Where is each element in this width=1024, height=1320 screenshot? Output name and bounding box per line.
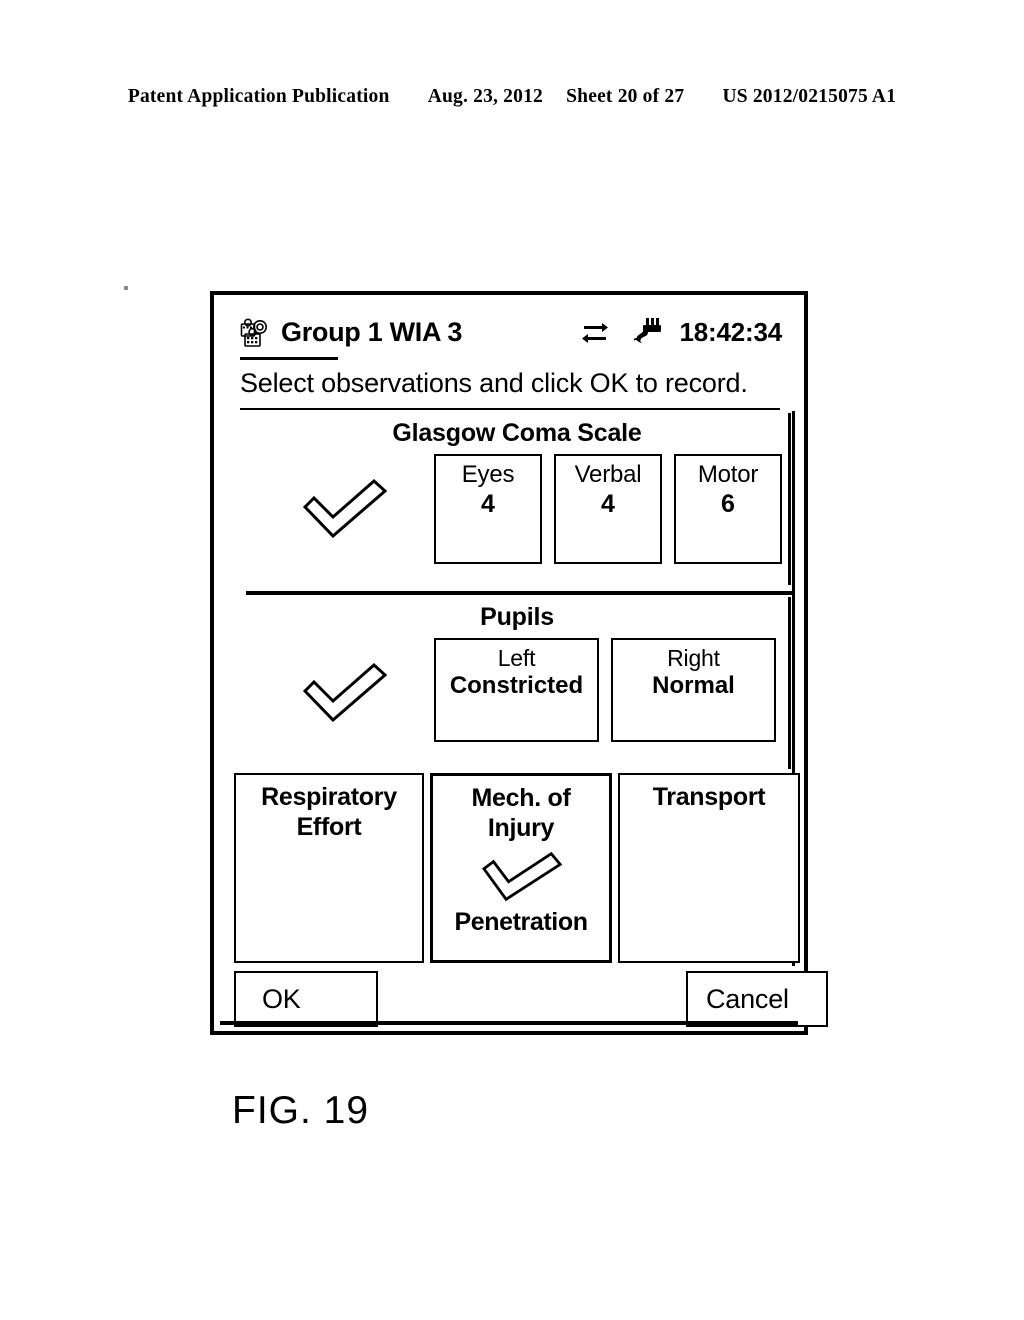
mech-of-injury-check-wrap (433, 845, 609, 910)
section-divider (246, 591, 794, 595)
pupil-label-left: Left (497, 645, 536, 671)
checkmark-icon (480, 845, 563, 910)
section-pupils[interactable]: Pupils Left Constricted Right Normal (246, 597, 791, 769)
mech-of-injury-line2: Injury (487, 813, 555, 842)
mech-of-injury-value: Penetration (454, 908, 588, 936)
section-glasgow-coma-scale[interactable]: Glasgow Coma Scale Eyes 4 Verbal 4 Motor… (246, 413, 791, 585)
gcs-check-wrap (256, 454, 434, 539)
gcs-value-verbal: 4 (601, 489, 615, 518)
checkmark-icon (302, 476, 388, 539)
clock-time: 18:42:34 (679, 316, 783, 347)
transport-line1: Transport (652, 783, 766, 811)
pupils-check-wrap (256, 638, 434, 723)
group-people-icon (240, 318, 272, 348)
ok-button[interactable]: OK (234, 971, 378, 1027)
gcs-box-eyes[interactable]: Eyes 4 (434, 454, 542, 564)
mech-of-injury-line1: Mech. of (471, 784, 571, 812)
patent-date: Aug. 23, 2012 (427, 86, 543, 107)
respiratory-effort-line2: Effort (296, 812, 362, 841)
gcs-value-eyes: 4 (481, 489, 495, 518)
figure-caption: FIG. 19 (232, 1089, 370, 1132)
section-title-pupils: Pupils (480, 603, 554, 631)
observation-button-row: Respiratory Effort Mech. of Injury Penet… (234, 773, 800, 963)
dialog-footer: OK Cancel (234, 971, 828, 1027)
patent-publication-number: US 2012/0215075 A1 (722, 86, 897, 107)
device-bottom-bar (220, 1021, 798, 1025)
gcs-label-verbal: Verbal (574, 461, 642, 488)
patent-page-header: Patent Application Publication Aug. 23, … (0, 86, 1024, 108)
checkmark-icon (302, 660, 388, 723)
patent-publication-label: Patent Application Publication (127, 86, 390, 107)
instruction-text: Select observations and click OK to reco… (240, 368, 748, 398)
gcs-box-verbal[interactable]: Verbal 4 (554, 454, 662, 564)
gcs-box-motor[interactable]: Motor 6 (674, 454, 782, 564)
respiratory-effort-line1: Respiratory (261, 783, 397, 811)
gcs-value-motor: 6 (721, 489, 735, 518)
instruction-divider (240, 408, 780, 410)
cancel-button[interactable]: Cancel (686, 971, 828, 1027)
dialog-titlebar: Group 1 WIA 3 18:42:34 (214, 309, 804, 355)
pupil-label-right: Right (667, 645, 720, 671)
section-title-gcs: Glasgow Coma Scale (392, 419, 642, 447)
observation-button-mech-of-injury[interactable]: Mech. of Injury Penetration (430, 773, 612, 963)
gcs-label-motor: Motor (697, 461, 759, 488)
titlebar-underline (240, 357, 338, 360)
gcs-label-eyes: Eyes (461, 461, 515, 488)
pupil-value-right: Normal (652, 671, 735, 699)
sync-arrows-icon[interactable] (580, 319, 610, 345)
pupils-value-boxes: Left Constricted Right Normal (434, 638, 788, 742)
pupil-box-right[interactable]: Right Normal (611, 638, 776, 742)
scan-artifact-speck (124, 286, 128, 290)
pupil-value-left: Constricted (449, 671, 584, 699)
gcs-value-boxes: Eyes 4 Verbal 4 Motor 6 (434, 454, 788, 564)
connector-plug-icon[interactable] (632, 317, 664, 347)
dialog-title: Group 1 WIA 3 (281, 316, 463, 347)
device-dialog: Group 1 WIA 3 18:42:34 Select observatio… (210, 291, 828, 1035)
pupil-box-left[interactable]: Left Constricted (434, 638, 599, 742)
patent-sheet-number: Sheet 20 of 27 (566, 86, 685, 107)
observation-button-transport[interactable]: Transport (618, 773, 800, 963)
observation-button-respiratory-effort[interactable]: Respiratory Effort (234, 773, 424, 963)
